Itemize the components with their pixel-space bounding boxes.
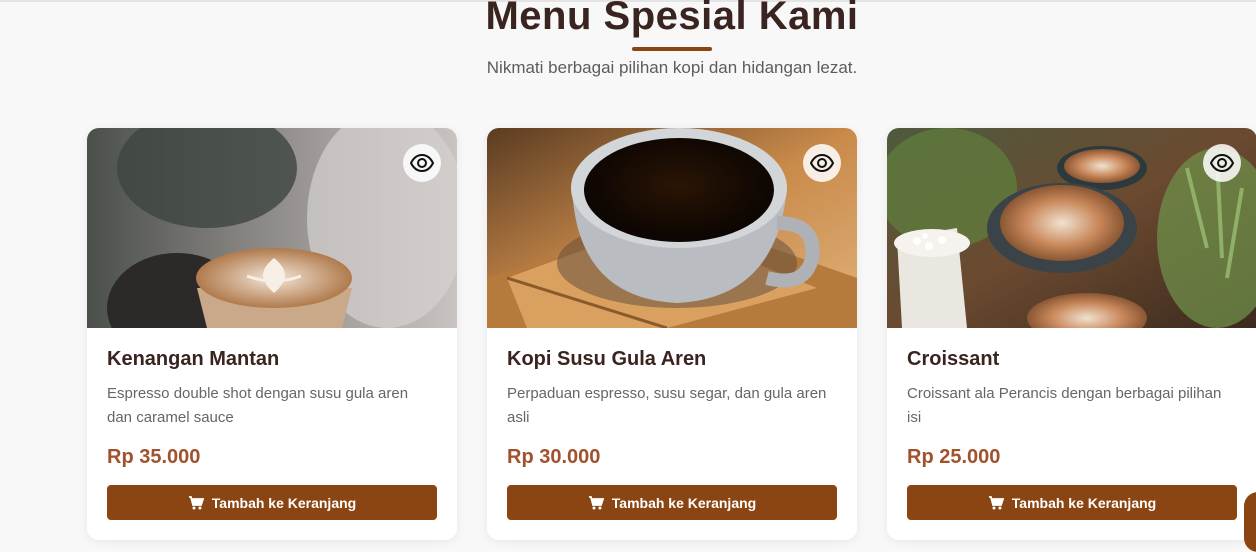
menu-card-price: Rp 25.000 — [907, 446, 1001, 468]
menu-card: Kenangan Mantan Espresso double shot den… — [87, 128, 457, 540]
eye-icon — [410, 153, 434, 173]
cart-icon — [988, 495, 1004, 511]
menu-card-price: Rp 30.000 — [507, 446, 601, 468]
add-to-cart-button[interactable]: Tambah ke Keranjang — [107, 485, 437, 520]
add-to-cart-button[interactable]: Tambah ke Keranjang — [507, 485, 837, 520]
cart-icon — [188, 495, 204, 511]
eye-icon — [1210, 153, 1234, 173]
menu-card-description: Perpaduan espresso, susu segar, dan gula… — [507, 385, 827, 426]
add-to-cart-label: Tambah ke Keranjang — [211, 494, 357, 511]
eye-icon — [810, 153, 834, 173]
section-subtitle: Nikmati berbagai pilihan kopi dan hidang… — [486, 58, 858, 77]
cart-icon — [588, 495, 604, 511]
floating-action-button[interactable] — [1244, 492, 1256, 552]
menu-card-title: Kenangan Mantan — [107, 348, 280, 370]
section-title: Menu Spesial Kami — [485, 0, 859, 38]
menu-card-image — [887, 128, 1256, 328]
menu-card-title: Croissant — [907, 348, 1000, 370]
menu-card-description: Espresso double shot dengan susu gula ar… — [107, 385, 409, 426]
menu-card-price: Rp 35.000 — [107, 446, 201, 468]
add-to-cart-label: Tambah ke Keranjang — [611, 494, 757, 511]
view-button[interactable] — [803, 144, 841, 182]
menu-card-image — [487, 128, 857, 328]
add-to-cart-button[interactable]: Tambah ke Keranjang — [907, 485, 1237, 520]
menu-card-description: Croissant ala Perancis dengan berbagai p… — [907, 385, 1222, 426]
menu-card-title: Kopi Susu Gula Aren — [507, 348, 707, 370]
title-underline — [632, 47, 712, 51]
view-button[interactable] — [1203, 144, 1241, 182]
add-to-cart-label: Tambah ke Keranjang — [1011, 494, 1157, 511]
menu-card: Croissant Croissant ala Perancis dengan … — [887, 128, 1256, 540]
menu-card: Kopi Susu Gula Aren Perpaduan espresso, … — [487, 128, 857, 540]
view-button[interactable] — [403, 144, 441, 182]
menu-card-image — [87, 128, 457, 328]
